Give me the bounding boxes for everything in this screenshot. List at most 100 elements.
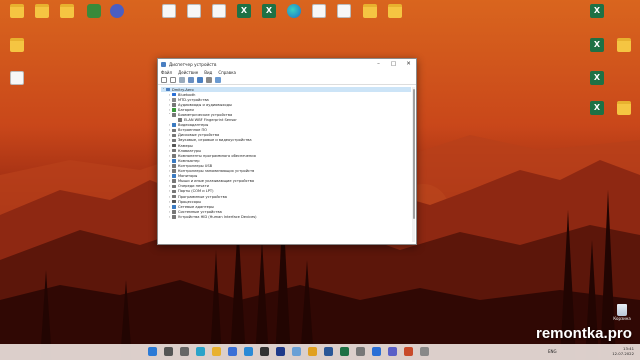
desktop-folder-icon[interactable] — [358, 3, 382, 27]
edge-icon[interactable] — [196, 347, 205, 356]
tree-item-label: Звуковые, игровые и видеоустройства — [178, 138, 252, 143]
desktop-excel-icon[interactable]: X — [585, 37, 609, 61]
excel-icon[interactable] — [340, 347, 349, 356]
minimize-button[interactable]: – — [371, 59, 386, 69]
device-icon — [172, 179, 176, 184]
language-indicator[interactable]: ENG — [548, 349, 557, 354]
device-icon — [172, 184, 176, 189]
tree-item-label: Системные устройства — [178, 209, 222, 214]
device-icon — [172, 159, 176, 163]
title-bar[interactable]: Диспетчер устройств – □ ✕ — [158, 59, 416, 69]
desktop-document-icon[interactable] — [307, 3, 331, 27]
settings-icon[interactable] — [356, 347, 365, 356]
tree-item-label: Биометрические устройства — [178, 113, 233, 118]
menu-bar: Файл Действие Вид Справка — [158, 69, 416, 76]
terminal-icon[interactable] — [260, 347, 269, 356]
tree-view-icon[interactable] — [179, 77, 185, 83]
tree-item-label: MTD-устройства — [178, 97, 209, 102]
desktop-folder-icon[interactable] — [612, 100, 636, 124]
recycle-bin-icon — [617, 304, 627, 316]
device-icon — [172, 199, 176, 204]
task-view-icon[interactable] — [180, 347, 189, 356]
clock[interactable]: 13:41 12.07.2022 — [612, 346, 634, 356]
tree-item[interactable]: › Устройства HID (Human Interface Devices… — [161, 214, 411, 219]
desktop-document-icon[interactable] — [332, 3, 356, 27]
excel-icon: X — [237, 4, 251, 18]
watermark: remontka.pro — [536, 325, 632, 342]
close-button[interactable]: ✕ — [401, 59, 416, 69]
desktop-edge-icon[interactable] — [282, 3, 306, 27]
back-icon[interactable] — [161, 77, 167, 83]
photoshop-icon[interactable] — [276, 347, 285, 356]
desktop-document-icon[interactable] — [207, 3, 231, 27]
recycle-bin[interactable]: Корзина — [612, 304, 632, 321]
menu-action[interactable]: Действие — [178, 70, 198, 75]
vscode-icon[interactable] — [244, 347, 253, 356]
excel-icon: X — [590, 4, 604, 18]
desktop-excel-icon[interactable]: X — [232, 3, 256, 27]
word-icon[interactable] — [324, 347, 333, 356]
menu-file[interactable]: Файл — [161, 70, 172, 75]
folder-icon — [60, 4, 74, 18]
device-icon — [172, 148, 176, 153]
excel-icon: X — [590, 38, 604, 52]
device-icon — [172, 169, 176, 173]
scrollbar[interactable] — [412, 87, 415, 242]
device-icon — [172, 189, 176, 194]
tree-item-label: Порты (COM и LPT) — [178, 189, 214, 194]
desktop-document-icon[interactable] — [157, 3, 181, 27]
windows-icon[interactable] — [148, 347, 157, 356]
help-icon[interactable] — [197, 77, 203, 83]
desktop-folder-icon[interactable] — [5, 37, 29, 61]
store-icon[interactable] — [228, 347, 237, 356]
scrollbar-thumb[interactable] — [412, 89, 415, 219]
maximize-button[interactable]: □ — [386, 59, 401, 69]
explorer-icon[interactable] — [212, 347, 221, 356]
device-list-icon[interactable] — [206, 77, 212, 83]
recycle-bin-label: Корзина — [613, 316, 631, 321]
chrome-icon[interactable] — [308, 347, 317, 356]
tree-item-label: Компоненты программного обеспечения — [178, 153, 256, 158]
desktop-document-icon[interactable] — [182, 3, 206, 27]
forward-icon[interactable] — [170, 77, 176, 83]
desktop-app-icon[interactable] — [105, 3, 129, 27]
app-icon[interactable] — [404, 347, 413, 356]
desktop-folder-icon[interactable] — [55, 3, 79, 27]
desktop-document-icon[interactable] — [5, 70, 29, 94]
excel-icon: X — [262, 4, 276, 18]
tree-item-label: Процессоры — [178, 199, 202, 204]
window-title: Диспетчер устройств — [169, 61, 217, 67]
desktop-excel-icon[interactable]: X — [585, 70, 609, 94]
desktop-folder-icon[interactable] — [5, 3, 29, 27]
document-icon — [10, 71, 24, 85]
taskbar: ENG 13:41 12.07.2022 — [0, 344, 640, 360]
mail-icon[interactable] — [372, 347, 381, 356]
notepad-icon[interactable] — [292, 347, 301, 356]
menu-view[interactable]: Вид — [204, 70, 212, 75]
tree-item-label: Сетевые адаптеры — [178, 204, 214, 209]
desktop-folder-icon[interactable] — [30, 3, 54, 27]
rocket-icon — [110, 4, 124, 18]
desktop-excel-icon[interactable]: X — [257, 3, 281, 27]
desktop-excel-icon[interactable]: X — [585, 100, 609, 124]
tree-item-label: Видеоадаптеры — [178, 123, 209, 128]
folder-icon — [10, 38, 24, 52]
teams-icon[interactable] — [388, 347, 397, 356]
mouse-cursor — [281, 163, 284, 168]
device-icon — [172, 164, 176, 168]
folder-icon — [388, 4, 402, 18]
desktop-folder-icon[interactable] — [383, 3, 407, 27]
scan-hardware-icon[interactable] — [215, 77, 221, 83]
app-icon[interactable] — [420, 347, 429, 356]
properties-icon[interactable] — [188, 77, 194, 83]
tree-item-label: Контроллеры запоминающих устройств — [178, 169, 255, 174]
search-icon[interactable] — [164, 347, 173, 356]
device-icon — [172, 113, 176, 117]
desktop-excel-icon[interactable]: X — [585, 3, 609, 27]
device-icon — [172, 143, 176, 148]
device-icon — [172, 204, 176, 209]
menu-help[interactable]: Справка — [218, 70, 236, 75]
desktop-folder-icon[interactable] — [612, 37, 636, 61]
document-icon — [212, 4, 226, 18]
tree-item-label: Очереди печати — [178, 184, 209, 189]
